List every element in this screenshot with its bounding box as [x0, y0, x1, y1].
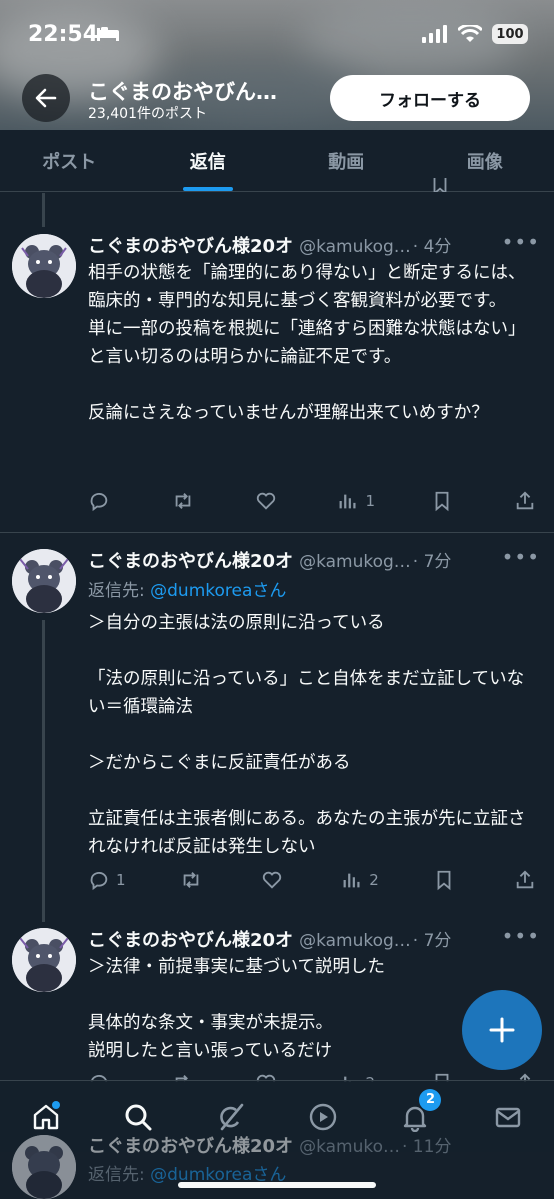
post-author-handle[interactable]: @kamukog… [299, 931, 411, 951]
more-options-icon[interactable]: ••• [502, 545, 540, 569]
plus-icon [489, 1017, 515, 1043]
repost-button[interactable] [180, 869, 206, 891]
more-options-icon[interactable]: ••• [502, 230, 540, 254]
reply-to-user-link[interactable]: @dumkoreaさん [150, 581, 286, 601]
wifi-icon [458, 25, 482, 42]
share-button[interactable] [514, 869, 540, 891]
more-options-icon[interactable]: ••• [502, 924, 540, 948]
thread-line [42, 193, 45, 227]
reply-to-prefix: 返信先: [88, 581, 151, 601]
home-unread-dot [52, 1100, 61, 1109]
post-time: · 7分 [412, 552, 452, 572]
bookmark-button[interactable] [431, 490, 457, 512]
analytics-icon [343, 873, 360, 888]
bear-avatar-image [12, 1135, 76, 1199]
post-actions: 1 2 [88, 867, 540, 893]
avatar[interactable] [12, 234, 76, 298]
reply-icon [90, 871, 108, 891]
status-time: 22:54 [28, 22, 99, 47]
back-button[interactable] [22, 74, 70, 122]
post-actions: 1 [88, 488, 540, 514]
heart-icon [262, 871, 281, 889]
share-icon [516, 491, 534, 510]
arrow-left-icon [35, 88, 57, 108]
post-time: · 11分 [402, 1137, 452, 1157]
bear-avatar-image [12, 928, 76, 992]
bookmark-icon [436, 491, 449, 512]
status-indicators: 100 [422, 24, 528, 44]
post-header: こぐまのおやびん様20オ @kamukog… · 7分 [88, 547, 508, 573]
views-button[interactable]: 1 [337, 490, 375, 512]
compose-post-button[interactable] [462, 990, 542, 1070]
avatar[interactable] [12, 928, 76, 992]
post-header: こぐまのおやびん様20オ @kamuko… · 11分 [88, 1132, 508, 1158]
thread-line [42, 620, 45, 922]
post-author-handle[interactable]: @kamuko… [299, 1137, 400, 1157]
previous-post-actions [88, 178, 540, 192]
avatar[interactable] [12, 549, 76, 613]
like-button[interactable] [261, 869, 287, 891]
reply-icon [90, 492, 108, 512]
like-button[interactable] [255, 490, 281, 512]
post-text: ＞自分の主張は法の原則に沿っている 「法の原則に沿っている」こと自体をまだ立証し… [88, 613, 526, 857]
sleep-mode-icon [96, 26, 120, 46]
profile-name: こぐまのおやびん… [88, 80, 277, 104]
bookmark-button[interactable] [433, 869, 459, 891]
repost-button[interactable] [172, 490, 198, 512]
repost-icon [176, 493, 191, 509]
post-text: ＞法律・前提事実に基づいて説明した 具体的な条文・事実が未提示。 説明したと言い… [88, 957, 385, 1061]
view-count: 2 [369, 871, 379, 889]
post-time: · 4分 [412, 237, 452, 257]
search-icon [125, 1104, 152, 1130]
notifications-badge: 2 [419, 1088, 442, 1111]
post-author-handle[interactable]: @kamukog… [299, 552, 411, 572]
bear-avatar-image [12, 234, 76, 298]
follow-button[interactable]: フォローする [330, 75, 530, 121]
post-author-name[interactable]: こぐまのおやびん様20オ [88, 547, 293, 573]
reply-button[interactable] [88, 490, 116, 512]
share-button[interactable] [514, 490, 540, 512]
nav-home[interactable] [24, 1095, 68, 1139]
heart-icon [256, 492, 276, 510]
avatar[interactable] [12, 1135, 76, 1199]
post-header: こぐまのおやびん様20オ @kamukog… · 4分 [88, 232, 508, 258]
post-text: 相手の状態を「論理的にあり得ない」と断定するには、臨床的・専門的な知見に基づく客… [88, 263, 526, 423]
post-count: 23,401件のポスト [88, 106, 207, 122]
reply-to-prefix: 返信先: [88, 1165, 151, 1185]
analytics-icon [340, 494, 356, 509]
home-indicator[interactable] [178, 1182, 376, 1188]
video-icon [309, 1103, 337, 1130]
tab-label: ポスト [42, 151, 97, 173]
repost-icon [183, 872, 199, 888]
post-time: · 7分 [412, 931, 452, 951]
battery-indicator: 100 [492, 24, 528, 44]
post-author-name[interactable]: こぐまのおやびん様20オ [88, 1132, 293, 1158]
post-header: こぐまのおやびん様20オ @kamukog… · 7分 [88, 926, 508, 952]
reply-button[interactable]: 1 [88, 869, 126, 891]
views-button[interactable]: 2 [341, 869, 379, 891]
view-count: 1 [365, 492, 375, 510]
messages-icon [495, 1107, 520, 1127]
reply-count: 1 [116, 871, 126, 889]
grok-icon [220, 1103, 244, 1130]
post-divider [0, 532, 554, 533]
share-icon [516, 870, 534, 889]
post-author-name[interactable]: こぐまのおやびん様20オ [88, 232, 293, 258]
tab-label: 動画 [328, 151, 365, 173]
post-author-handle[interactable]: @kamukog… [299, 237, 411, 257]
bookmark-icon [437, 870, 451, 891]
tab-label: 画像 [466, 151, 503, 173]
reply-to-label: 返信先: @dumkoreaさん [88, 576, 286, 601]
tab-label: 返信 [189, 151, 226, 173]
bear-avatar-image [12, 549, 76, 613]
bookmark-icon[interactable] [429, 178, 455, 192]
cellular-signal-icon [422, 25, 447, 43]
post-author-name[interactable]: こぐまのおやびん様20オ [88, 926, 293, 952]
